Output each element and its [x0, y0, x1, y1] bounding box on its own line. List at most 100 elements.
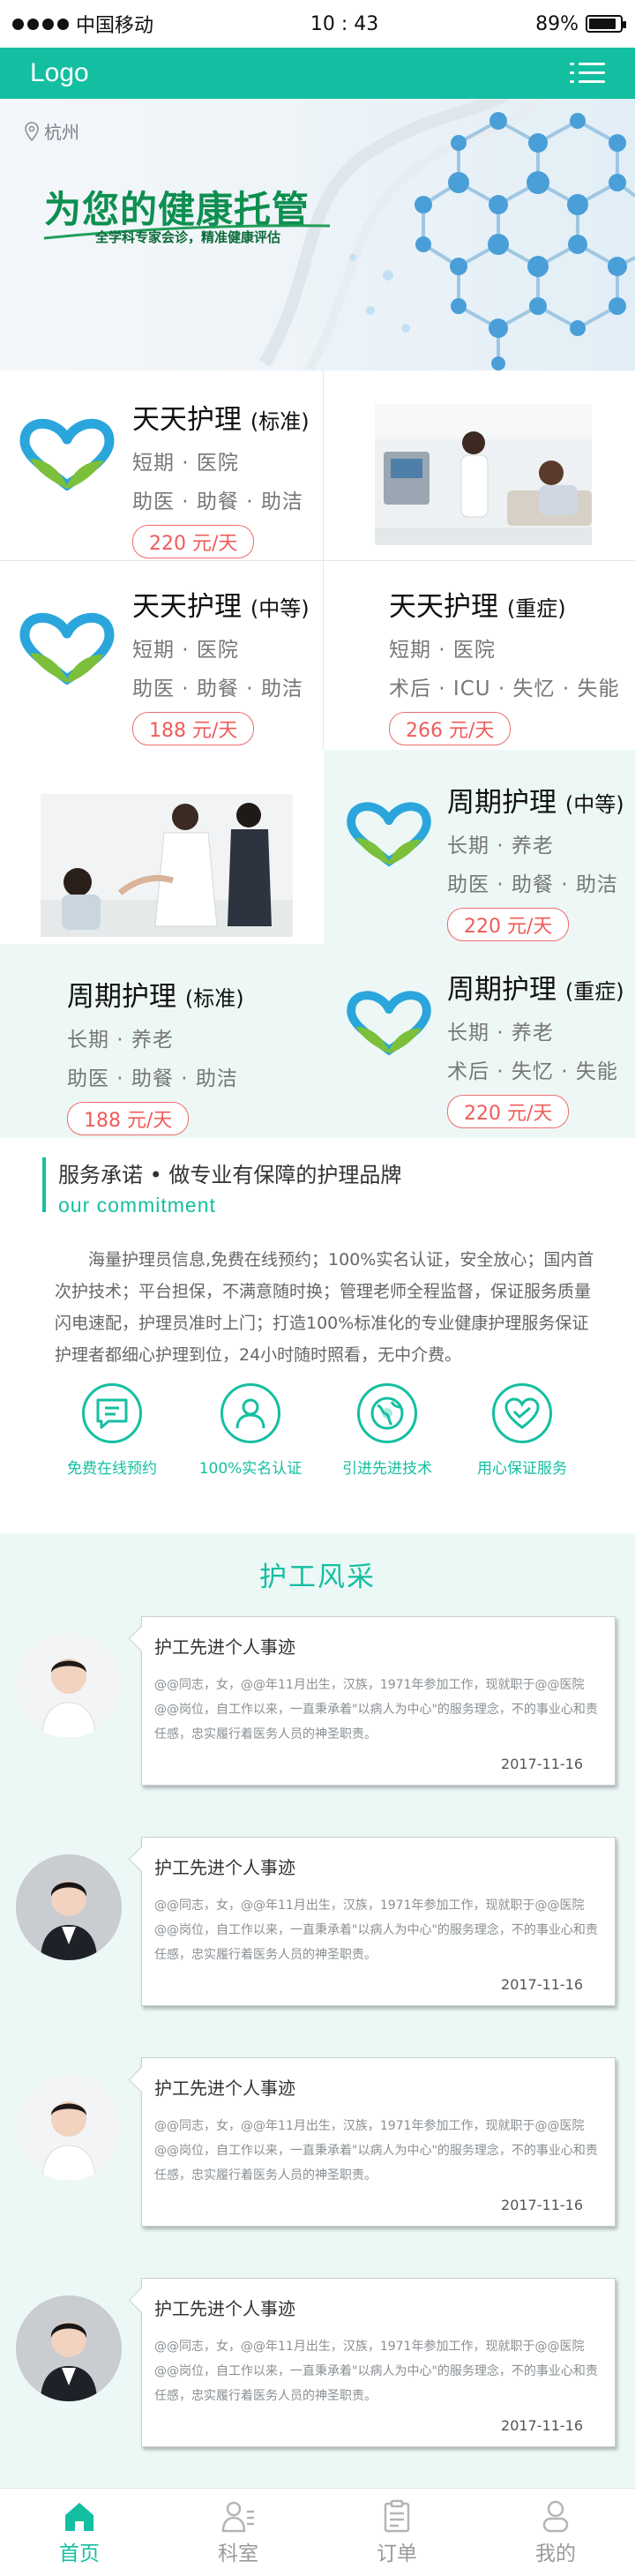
globe-icon	[357, 1383, 417, 1443]
service-name: 周期护理	[447, 974, 557, 1006]
battery-percent: 89%	[535, 12, 579, 35]
clock: 10 : 43	[310, 12, 379, 35]
commitment-description: 海量护理员信息,免费在线预约；100%实名认证，安全放心；国内首次护技术；平台担…	[55, 1250, 594, 1365]
service-title: 周期护理 (中等)	[447, 780, 624, 820]
battery-fill	[589, 19, 616, 29]
heart-logo-icon	[347, 991, 431, 1055]
nurse-patient-photo	[375, 404, 592, 545]
service-scope: 长期 · 养老	[447, 835, 554, 857]
story-card[interactable]: 护工先进个人事迹 @@同志，女，@@年11月出生，汉族，1971年参加工作，现就…	[141, 2278, 616, 2447]
service-scope: 短期 · 医院	[132, 452, 239, 475]
user-icon	[220, 1383, 280, 1443]
home-icon	[65, 2502, 93, 2531]
service-name: 周期护理	[67, 981, 176, 1013]
tab-home[interactable]: 首页	[0, 2489, 159, 2576]
service-tier: (标准)	[250, 409, 310, 434]
feature-service-guarantee[interactable]: 用心保证服务	[456, 1383, 588, 1478]
battery-indicator: 89%	[535, 12, 626, 35]
feature-technology[interactable]: 引进先进技术	[321, 1383, 453, 1478]
feature-label: 引进先进技术	[342, 1460, 432, 1478]
battery-icon	[586, 15, 626, 33]
hero-banner[interactable]: 杭州 为您的健康托管 全学科专家会诊，精准健康评估	[0, 99, 635, 371]
tab-department[interactable]: 科室	[159, 2489, 318, 2576]
service-title: 周期护理 (重症)	[447, 967, 624, 1007]
service-card[interactable]: 周期护理 (中等) 长期 · 养老 助医 · 助餐 · 助洁 220 元/天	[324, 750, 635, 944]
story-body: @@同志，女，@@年11月出生，汉族，1971年参加工作，现就职于@@医院@@岗…	[154, 2340, 598, 2403]
heart-icon	[492, 1383, 552, 1443]
signal-icon	[12, 18, 69, 30]
service-tier: (中等)	[564, 792, 624, 817]
service-scope: 短期 · 医院	[389, 639, 496, 662]
doctor-patient-photo	[41, 794, 293, 937]
price-badge: 220 元/天	[447, 1095, 570, 1128]
menu-icon[interactable]	[570, 61, 605, 86]
chat-icon	[82, 1383, 142, 1443]
service-title: 天天护理 (标准)	[132, 397, 310, 437]
location-label: 杭州	[44, 122, 79, 143]
section-title: 护工风采	[259, 1561, 376, 1593]
location-pin-icon	[25, 121, 39, 141]
heart-logo-icon	[347, 802, 431, 866]
logo[interactable]: Logo	[30, 58, 89, 88]
story-body: @@同志，女，@@年11月出生，汉族，1971年参加工作，现就职于@@医院@@岗…	[154, 2119, 598, 2183]
avatar	[16, 1854, 122, 1960]
service-name: 天天护理	[132, 591, 242, 623]
price-badge: 220 元/天	[132, 525, 255, 558]
commitment-title: 服务承诺 • 做专业有保障的护理品牌	[58, 1163, 402, 1187]
service-name: 周期护理	[447, 787, 557, 819]
price-badge: 220 元/天	[447, 908, 570, 941]
service-title: 天天护理 (中等)	[132, 584, 310, 624]
status-left: 中国移动	[12, 10, 153, 38]
service-tier: (中等)	[250, 596, 310, 621]
bottom-tab-bar: 首页 科室 订单 我的	[0, 2488, 635, 2576]
service-tier: (重症)	[564, 979, 624, 1004]
avatar	[16, 2295, 122, 2401]
story-card[interactable]: 护工先进个人事迹 @@同志，女，@@年11月出生，汉族，1971年参加工作，现就…	[141, 1616, 616, 1786]
story-date: 2017-11-16	[501, 2197, 583, 2213]
profile-icon	[542, 2500, 569, 2532]
tab-label: 我的	[535, 2542, 576, 2565]
carrier-label: 中国移动	[76, 15, 154, 37]
service-title: 周期护理 (标准)	[67, 974, 244, 1014]
banner-subtitle: 全学科专家会诊，精准健康评估	[95, 229, 281, 245]
tab-label: 首页	[59, 2542, 100, 2565]
story-card[interactable]: 护工先进个人事迹 @@同志，女，@@年11月出生，汉族，1971年参加工作，现就…	[141, 1837, 616, 2006]
nurse-portrait	[16, 2075, 122, 2181]
tab-label: 科室	[218, 2542, 258, 2565]
service-items: 术后 · ICU · 失忆 · 失能	[389, 678, 620, 700]
service-title: 天天护理 (重症)	[389, 584, 619, 624]
service-photo-cell	[0, 750, 324, 944]
feature-online-booking[interactable]: 免费在线预约	[46, 1383, 178, 1478]
price-badge: 188 元/天	[132, 712, 255, 745]
feature-verified[interactable]: 100%实名认证	[184, 1383, 317, 1478]
story-body: @@同志，女，@@年11月出生，汉族，1971年参加工作，现就职于@@医院@@岗…	[154, 1678, 598, 1741]
story-date: 2017-11-16	[501, 2417, 583, 2434]
service-tier: (标准)	[184, 986, 244, 1011]
tab-profile[interactable]: 我的	[476, 2489, 635, 2576]
story-title: 护工先进个人事迹	[154, 2298, 295, 2319]
story-card[interactable]: 护工先进个人事迹 @@同志，女，@@年11月出生，汉族，1971年参加工作，现就…	[141, 2057, 616, 2227]
service-card[interactable]: 天天护理 (中等) 短期 · 医院 助医 · 助餐 · 助洁 188 元/天	[0, 561, 324, 750]
service-card[interactable]: 周期护理 (重症) 长期 · 养老 术后 · 失忆 · 失能 220 元/天	[324, 944, 635, 1138]
story-date: 2017-11-16	[501, 1756, 583, 1772]
service-card[interactable]: 天天护理 (重症) 短期 · 医院 术后 · ICU · 失忆 · 失能 266…	[324, 561, 635, 750]
service-name: 天天护理	[389, 591, 498, 623]
feature-label: 100%实名认证	[198, 1460, 303, 1478]
service-name: 天天护理	[132, 404, 242, 436]
service-scope: 短期 · 医院	[132, 639, 239, 662]
status-bar: 中国移动 10 : 43 89%	[0, 0, 635, 48]
department-icon	[221, 2501, 254, 2532]
service-tier: (重症)	[506, 596, 566, 621]
tab-orders[interactable]: 订单	[318, 2489, 476, 2576]
price-badge: 266 元/天	[389, 712, 512, 745]
story-title: 护工先进个人事迹	[154, 1636, 295, 1658]
service-card[interactable]: 天天护理 (标准) 短期 · 医院 助医 · 助餐 · 助洁 220 元/天	[0, 371, 324, 561]
story-date: 2017-11-16	[501, 1976, 583, 1993]
story-body: @@同志，女，@@年11月出生，汉族，1971年参加工作，现就职于@@医院@@岗…	[154, 1898, 598, 1962]
feature-label: 用心保证服务	[477, 1460, 567, 1478]
service-card[interactable]: 周期护理 (标准) 长期 · 养老 助医 · 助餐 · 助洁 188 元/天	[0, 944, 324, 1138]
price-badge: 188 元/天	[67, 1102, 190, 1135]
service-items: 助医 · 助餐 · 助洁	[447, 873, 618, 896]
nurse-portrait	[16, 1632, 122, 1738]
location-selector[interactable]: 杭州	[25, 118, 79, 144]
